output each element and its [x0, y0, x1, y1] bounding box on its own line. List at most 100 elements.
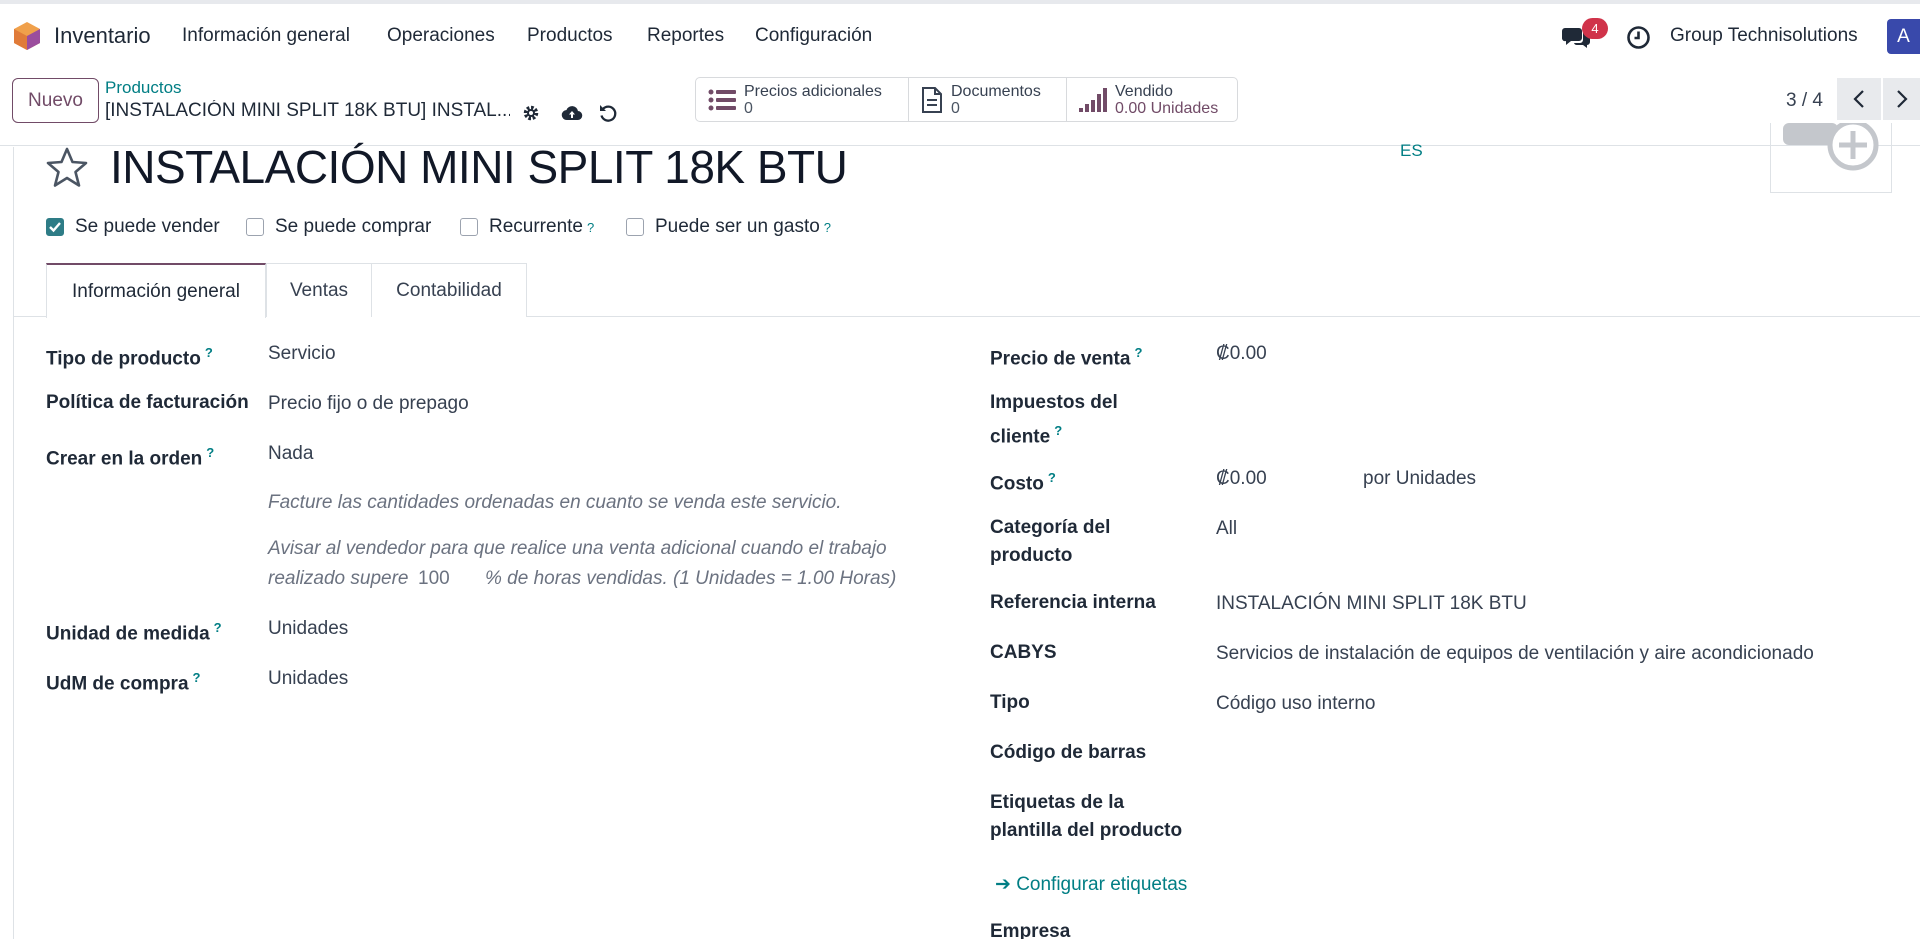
- smart-button-documentos[interactable]: Documentos 0: [909, 78, 1067, 121]
- field-tipo-de-producto[interactable]: Servicio: [268, 340, 336, 368]
- menu-operaciones[interactable]: Operaciones: [387, 25, 495, 47]
- field-unidad-de-medida[interactable]: Unidades: [268, 615, 348, 643]
- help-tooltip-icon[interactable]: ?: [1134, 345, 1142, 360]
- label-text: Tipo de producto: [46, 348, 201, 370]
- breadcrumb-current-record: [INSTALACIÓN MINI SPLIT 18K BTU] INSTAL.…: [105, 100, 510, 121]
- configurar-etiquetas-link[interactable]: ➔ Configurar etiquetas: [995, 873, 1187, 896]
- user-avatar[interactable]: A: [1887, 19, 1920, 54]
- cloud-upload-icon[interactable]: [561, 102, 583, 124]
- favorite-star-icon[interactable]: [45, 146, 89, 188]
- help-tooltip-icon[interactable]: ?: [206, 445, 214, 460]
- field-label-cabys: CABYS: [990, 642, 1057, 663]
- field-label-empresa: Empresa: [990, 921, 1071, 939]
- menu-configuracion[interactable]: Configuración: [755, 25, 872, 47]
- field-tipo[interactable]: Código uso interno: [1216, 690, 1376, 718]
- menu-productos[interactable]: Productos: [527, 25, 613, 47]
- discard-undo-icon[interactable]: [597, 102, 619, 124]
- help-tooltip-icon[interactable]: ?: [1054, 423, 1062, 438]
- upsell-note-line1: Avisar al vendedor para que realice una …: [268, 538, 887, 559]
- label-text: Unidad de medida: [46, 623, 210, 645]
- smart-button-vendido[interactable]: Vendido 0.00 Unidades: [1067, 78, 1237, 121]
- invoice-policy-note: Facture las cantidades ordenadas en cuan…: [268, 492, 842, 513]
- main-navbar: Inventario Información general Operacion…: [0, 4, 1920, 66]
- smart-button-value: 0.00 Unidades: [1115, 99, 1219, 117]
- field-precio-de-venta[interactable]: ₡0.00: [1216, 340, 1267, 368]
- help-tooltip-icon[interactable]: ?: [1048, 470, 1056, 485]
- help-tooltip-icon[interactable]: ?: [193, 670, 201, 685]
- control-panel: Nuevo Productos [INSTALACIÓN MINI SPLIT …: [0, 66, 1920, 146]
- menu-informacion-general[interactable]: Información general: [182, 25, 350, 47]
- field-politica-facturacion[interactable]: Precio fijo o de prepago: [268, 390, 469, 418]
- help-tooltip-icon[interactable]: ?: [214, 620, 222, 635]
- pager-counter[interactable]: 3 / 4: [1786, 90, 1823, 112]
- camera-plus-icon: [1783, 119, 1879, 171]
- field-impuestos-cliente[interactable]: [1216, 390, 1816, 418]
- upsell-note-line2-suffix: % de horas vendidas. (1 Unidades = 1.00 …: [485, 568, 897, 589]
- field-label-costo: Costo?: [990, 464, 1056, 498]
- menu-reportes[interactable]: Reportes: [647, 25, 724, 47]
- checkmark-icon: [49, 222, 61, 233]
- checkbox-label: Recurrente: [489, 216, 583, 237]
- field-label-udm-de-compra: UdM de compra?: [46, 664, 200, 698]
- smart-button-label: Vendido: [1115, 82, 1173, 100]
- tab-ventas[interactable]: Ventas: [266, 263, 372, 317]
- company-switcher[interactable]: Group Technisolutions: [1670, 25, 1858, 47]
- breadcrumb-productos[interactable]: Productos: [105, 78, 182, 98]
- field-label-precio-de-venta: Precio de venta?: [990, 339, 1142, 373]
- field-label-codigo-de-barras: Código de barras: [990, 742, 1147, 763]
- language-selector[interactable]: ES: [1400, 141, 1423, 161]
- field-categoria-producto[interactable]: All: [1216, 515, 1237, 543]
- label-text: Costo: [990, 473, 1044, 495]
- field-referencia-interna[interactable]: INSTALACIÓN MINI SPLIT 18K BTU: [1216, 590, 1527, 618]
- product-name[interactable]: INSTALACIÓN MINI SPLIT 18K BTU: [110, 140, 848, 194]
- checkbox-label: Se puede vender: [75, 216, 220, 237]
- new-button[interactable]: Nuevo: [12, 78, 99, 123]
- field-label-unidad-de-medida: Unidad de medida?: [46, 614, 222, 648]
- smart-button-value: 0: [951, 99, 960, 117]
- field-udm-de-compra[interactable]: Unidades: [268, 665, 348, 693]
- app-name[interactable]: Inventario: [54, 23, 151, 49]
- chevron-left-icon: [1853, 90, 1864, 108]
- checkbox-label: Se puede comprar: [275, 216, 432, 237]
- gear-icon[interactable]: [520, 102, 542, 124]
- field-label-categoria: Categoría del: [990, 517, 1111, 538]
- activity-clock-icon[interactable]: [1626, 25, 1651, 50]
- smart-button-precios-adicionales[interactable]: Precios adicionales 0: [696, 78, 909, 121]
- link-text: Configurar etiquetas: [1016, 874, 1188, 895]
- smart-button-value: 0: [744, 99, 753, 117]
- field-etiquetas[interactable]: [1216, 790, 1816, 818]
- inventory-app-icon[interactable]: [13, 21, 41, 51]
- checkbox-puede-ser-un-gasto[interactable]: Puede ser un gasto ?: [626, 216, 831, 238]
- help-tooltip-icon[interactable]: ?: [587, 220, 594, 235]
- checkbox-box[interactable]: [626, 218, 644, 236]
- field-cabys[interactable]: Servicios de instalación de equipos de v…: [1216, 640, 1814, 668]
- label-text: UdM de compra: [46, 673, 189, 695]
- help-tooltip-icon[interactable]: ?: [824, 220, 831, 235]
- checkbox-se-puede-comprar[interactable]: Se puede comprar: [246, 216, 431, 238]
- smart-button-label: Precios adicionales: [744, 82, 882, 100]
- upsell-note-line2-prefix: realizado supere: [268, 568, 409, 589]
- tab-contabilidad[interactable]: Contabilidad: [371, 263, 527, 317]
- checkbox-se-puede-vender[interactable]: Se puede vender: [46, 216, 220, 238]
- checkbox-box[interactable]: [246, 218, 264, 236]
- pager-next-button[interactable]: [1883, 78, 1920, 120]
- field-label-etiquetas: Etiquetas de la: [990, 792, 1125, 813]
- field-label-impuestos-cliente-2: cliente?: [990, 417, 1062, 451]
- label-text: Crear en la orden: [46, 448, 203, 470]
- help-tooltip-icon[interactable]: ?: [205, 345, 213, 360]
- pager-previous-button[interactable]: [1837, 78, 1881, 120]
- checkbox-box-checked[interactable]: [46, 218, 64, 236]
- field-codigo-de-barras[interactable]: [1216, 740, 1816, 768]
- smart-button-label: Documentos: [951, 82, 1041, 100]
- field-crear-en-la-orden[interactable]: Nada: [268, 440, 313, 468]
- field-label-categoria-2: producto: [990, 545, 1073, 566]
- upsell-threshold-input[interactable]: 100: [418, 565, 450, 593]
- field-label-tipo: Tipo: [990, 692, 1030, 713]
- field-label-politica-facturacion: Política de facturación: [46, 392, 249, 413]
- checkbox-box[interactable]: [460, 218, 478, 236]
- checkbox-recurrente[interactable]: Recurrente ?: [460, 216, 594, 238]
- tab-informacion-general[interactable]: Información general: [46, 263, 266, 318]
- checkbox-label: Puede ser un gasto: [655, 216, 820, 237]
- field-costo[interactable]: ₡0.00: [1216, 465, 1267, 493]
- product-image-placeholder[interactable]: [1770, 119, 1892, 193]
